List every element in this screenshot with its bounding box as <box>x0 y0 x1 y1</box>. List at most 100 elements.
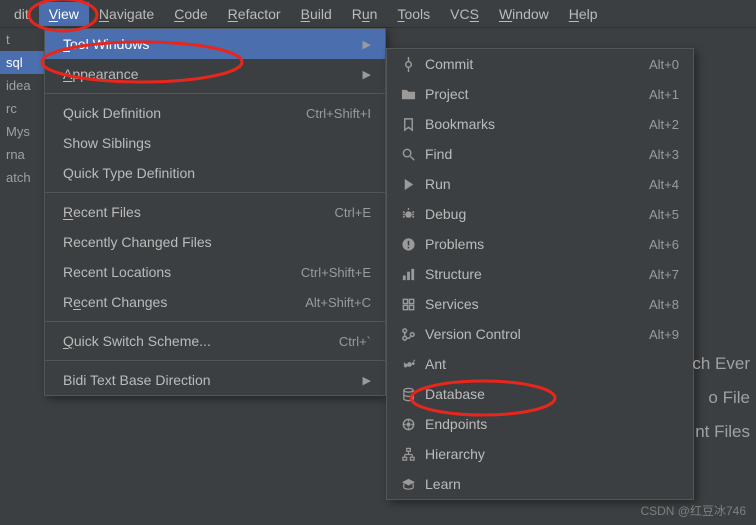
learn-icon <box>397 477 419 492</box>
menu-item-label: Quick Switch Scheme... <box>63 333 339 349</box>
menu-item-tool-windows[interactable]: Tool Windows ▶ <box>45 29 385 59</box>
tree-node[interactable]: rc <box>0 97 44 120</box>
menu-item-label: Recently Changed Files <box>63 234 371 250</box>
menu-item-label: Database <box>419 386 679 402</box>
shortcut: Alt+2 <box>649 117 679 132</box>
shortcut: Ctrl+E <box>335 205 371 220</box>
tool-window-problems[interactable]: ProblemsAlt+6 <box>387 229 693 259</box>
bg-hint: ch Ever <box>692 354 756 374</box>
shortcut: Ctrl+Shift+I <box>306 106 371 121</box>
problems-icon <box>397 237 419 252</box>
submenu-arrow-icon: ▶ <box>363 374 371 387</box>
tree-node[interactable]: t <box>0 28 44 51</box>
menu-run[interactable]: Run <box>342 2 388 26</box>
tool-window-structure[interactable]: StructureAlt+7 <box>387 259 693 289</box>
menu-item-recent-changes[interactable]: Recent ChangesAlt+Shift+C <box>45 287 385 317</box>
submenu-arrow-icon: ▶ <box>363 68 371 81</box>
menu-item-recent-files[interactable]: Recent FilesCtrl+E <box>45 197 385 227</box>
endpoints-icon <box>397 417 419 432</box>
tool-window-database[interactable]: Database <box>387 379 693 409</box>
tool-window-run[interactable]: RunAlt+4 <box>387 169 693 199</box>
tool-window-endpoints[interactable]: Endpoints <box>387 409 693 439</box>
menu-item-label: Recent Changes <box>63 294 305 310</box>
menu-bar: ditViewNavigateCodeRefactorBuildRunTools… <box>0 0 756 28</box>
shortcut: Alt+5 <box>649 207 679 222</box>
menu-item-label: Hierarchy <box>419 446 679 462</box>
menu-item-label: Version Control <box>419 326 649 342</box>
shortcut: Ctrl+Shift+E <box>301 265 371 280</box>
menu-dit[interactable]: dit <box>4 2 39 26</box>
menu-vcs[interactable]: VCS <box>440 2 489 26</box>
bookmark-icon <box>397 117 419 132</box>
tool-window-project[interactable]: ProjectAlt+1 <box>387 79 693 109</box>
menu-item-label: Endpoints <box>419 416 679 432</box>
menu-item-quick-switch-scheme-[interactable]: Quick Switch Scheme...Ctrl+` <box>45 326 385 356</box>
menu-build[interactable]: Build <box>291 2 342 26</box>
menu-tools[interactable]: Tools <box>387 2 440 26</box>
submenu-arrow-icon: ▶ <box>363 38 371 51</box>
menu-item-label: Services <box>419 296 649 312</box>
view-menu-dropdown: Tool Windows ▶ Appearance ▶ Quick Definition… <box>44 28 386 396</box>
tool-window-version-control[interactable]: Version ControlAlt+9 <box>387 319 693 349</box>
shortcut: Alt+Shift+C <box>305 295 371 310</box>
separator <box>45 192 385 193</box>
tool-window-bookmarks[interactable]: BookmarksAlt+2 <box>387 109 693 139</box>
services-icon <box>397 297 419 312</box>
menu-item-label: Run <box>419 176 649 192</box>
watermark: CSDN @红豆冰746 <box>640 502 746 519</box>
debug-icon <box>397 207 419 222</box>
menu-item-bidi-text-base-direction[interactable]: Bidi Text Base Direction ▶ <box>45 365 385 395</box>
structure-icon <box>397 267 419 282</box>
menu-navigate[interactable]: Navigate <box>89 2 164 26</box>
tool-window-ant[interactable]: Ant <box>387 349 693 379</box>
project-tree-partial: tsqlidearcMysrnaatch <box>0 28 44 189</box>
bg-hint: o File <box>692 388 756 408</box>
tree-node[interactable]: Mys <box>0 120 44 143</box>
menu-item-label: Quick Type Definition <box>63 165 371 181</box>
tree-node[interactable]: rna <box>0 143 44 166</box>
shortcut: Alt+6 <box>649 237 679 252</box>
hierarchy-icon <box>397 447 419 462</box>
menu-item-quick-definition[interactable]: Quick DefinitionCtrl+Shift+I <box>45 98 385 128</box>
shortcut: Ctrl+` <box>339 334 371 349</box>
tool-window-services[interactable]: ServicesAlt+8 <box>387 289 693 319</box>
tool-windows-submenu: CommitAlt+0ProjectAlt+1BookmarksAlt+2Fin… <box>386 48 694 500</box>
bg-hint: nt Files <box>692 422 756 442</box>
separator <box>45 321 385 322</box>
menu-view[interactable]: View <box>39 2 89 26</box>
tool-window-commit[interactable]: CommitAlt+0 <box>387 49 693 79</box>
menu-item-label: Bookmarks <box>419 116 649 132</box>
menu-item-recently-changed-files[interactable]: Recently Changed Files <box>45 227 385 257</box>
menu-item-label: Tool Windows <box>63 36 355 52</box>
tool-window-learn[interactable]: Learn <box>387 469 693 499</box>
menu-item-label: Bidi Text Base Direction <box>63 372 355 388</box>
menu-item-label: Appearance <box>63 66 355 82</box>
run-icon <box>397 177 419 192</box>
menu-item-label: Ant <box>419 356 679 372</box>
menu-item-appearance[interactable]: Appearance ▶ <box>45 59 385 89</box>
menu-item-quick-type-definition[interactable]: Quick Type Definition <box>45 158 385 188</box>
menu-window[interactable]: Window <box>489 2 559 26</box>
tree-node[interactable]: atch <box>0 166 44 189</box>
menu-item-label: Quick Definition <box>63 105 306 121</box>
menu-refactor[interactable]: Refactor <box>218 2 291 26</box>
tree-node[interactable]: idea <box>0 74 44 97</box>
find-icon <box>397 147 419 162</box>
menu-code[interactable]: Code <box>164 2 217 26</box>
tool-window-find[interactable]: FindAlt+3 <box>387 139 693 169</box>
shortcut: Alt+7 <box>649 267 679 282</box>
shortcut: Alt+4 <box>649 177 679 192</box>
project-icon <box>397 87 419 102</box>
shortcut: Alt+3 <box>649 147 679 162</box>
tool-window-debug[interactable]: DebugAlt+5 <box>387 199 693 229</box>
menu-item-show-siblings[interactable]: Show Siblings <box>45 128 385 158</box>
separator <box>45 93 385 94</box>
menu-help[interactable]: Help <box>559 2 608 26</box>
ant-icon <box>397 357 419 372</box>
menu-item-label: Problems <box>419 236 649 252</box>
vcs-icon <box>397 327 419 342</box>
menu-item-recent-locations[interactable]: Recent LocationsCtrl+Shift+E <box>45 257 385 287</box>
menu-item-label: Learn <box>419 476 679 492</box>
tool-window-hierarchy[interactable]: Hierarchy <box>387 439 693 469</box>
tree-node[interactable]: sql <box>0 51 44 74</box>
